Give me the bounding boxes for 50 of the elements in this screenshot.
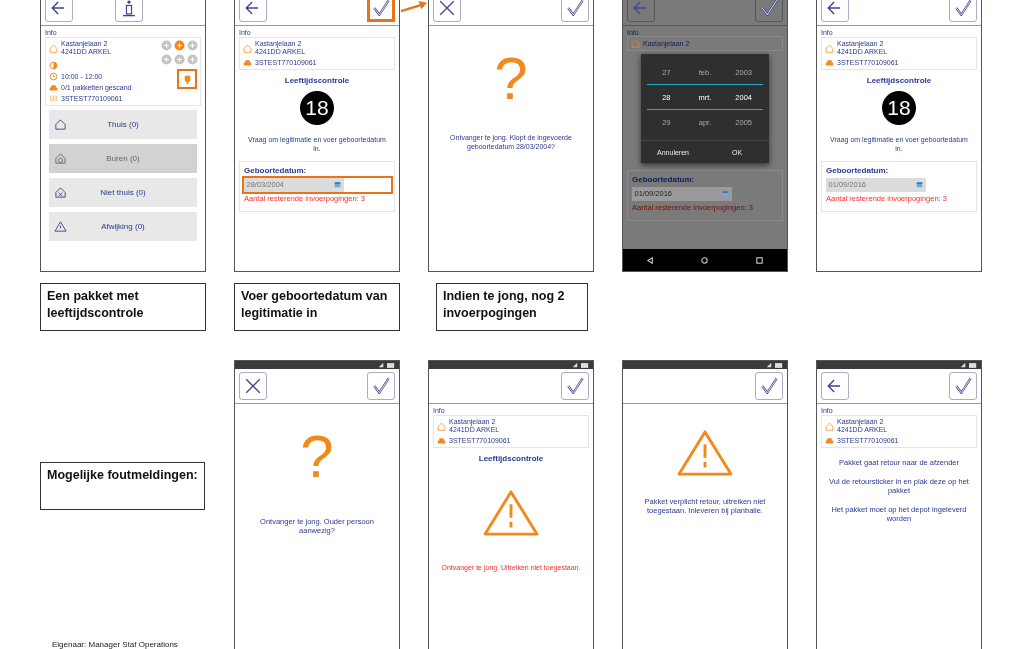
caption-box: Mogelijke foutmeldingen: xyxy=(40,462,205,510)
house-icon[interactable] xyxy=(54,118,67,131)
battery-icon xyxy=(581,362,589,368)
action-button[interactable]: Thuis (0) xyxy=(49,110,197,139)
section-title: Leeftijdscontrole xyxy=(478,454,544,463)
parcel-icon xyxy=(825,58,834,67)
caption-box: Indien te jong, nog 2 invoerpogingen xyxy=(436,283,588,331)
action-button[interactable]: Afwijking (0) xyxy=(49,212,197,241)
parcel-icon xyxy=(825,436,834,445)
battery-icon xyxy=(387,362,395,368)
signal-icon xyxy=(572,362,578,368)
house-icon xyxy=(631,39,640,48)
field-label: Geboortedatum: xyxy=(244,166,308,175)
home-nav-icon[interactable] xyxy=(700,255,710,265)
house-icon xyxy=(243,43,252,53)
clock-icon xyxy=(49,72,58,81)
signal-icon xyxy=(378,362,384,368)
house-icon[interactable] xyxy=(54,186,67,199)
warning-icon xyxy=(676,429,734,477)
signal-icon xyxy=(960,362,966,368)
section-title: Leeftijdscontrole xyxy=(866,76,932,85)
age-badge: 18 xyxy=(300,91,334,125)
action-button[interactable]: Niet thuis (0) xyxy=(49,178,197,207)
house-icon xyxy=(825,43,834,53)
house-icon xyxy=(49,43,58,53)
sun-icon xyxy=(49,61,58,70)
caption-box: Een pakket met leeftijdscontrole xyxy=(40,283,206,331)
field-label: Geboortedatum: xyxy=(826,166,890,175)
signal-icon xyxy=(766,362,772,368)
calendar-icon[interactable] xyxy=(915,181,923,188)
warning-icon[interactable] xyxy=(54,220,67,233)
question-mark: ? xyxy=(494,49,528,109)
house-icon xyxy=(825,421,834,431)
back-nav-icon[interactable] xyxy=(645,255,655,265)
parcel-icon xyxy=(243,58,252,67)
section-title: Leeftijdscontrole xyxy=(284,76,350,85)
age-badge: 18 xyxy=(882,91,916,125)
battery-icon xyxy=(969,362,977,368)
parcel-icon xyxy=(49,83,58,92)
warning-icon xyxy=(482,489,540,537)
question-mark: ? xyxy=(300,427,334,487)
house-icon xyxy=(437,421,446,431)
footer-text: Eigenaar: Manager Staf Operations xyxy=(51,640,179,649)
parcel-icon xyxy=(437,436,446,445)
recents-nav-icon[interactable] xyxy=(755,255,765,265)
caption-box: Voer geboortedatum van legitimatie in xyxy=(234,283,400,331)
barcode-icon xyxy=(49,94,58,103)
calendar-icon[interactable] xyxy=(333,181,341,188)
battery-icon xyxy=(775,362,783,368)
field-label: Geboortedatum: xyxy=(632,175,696,184)
